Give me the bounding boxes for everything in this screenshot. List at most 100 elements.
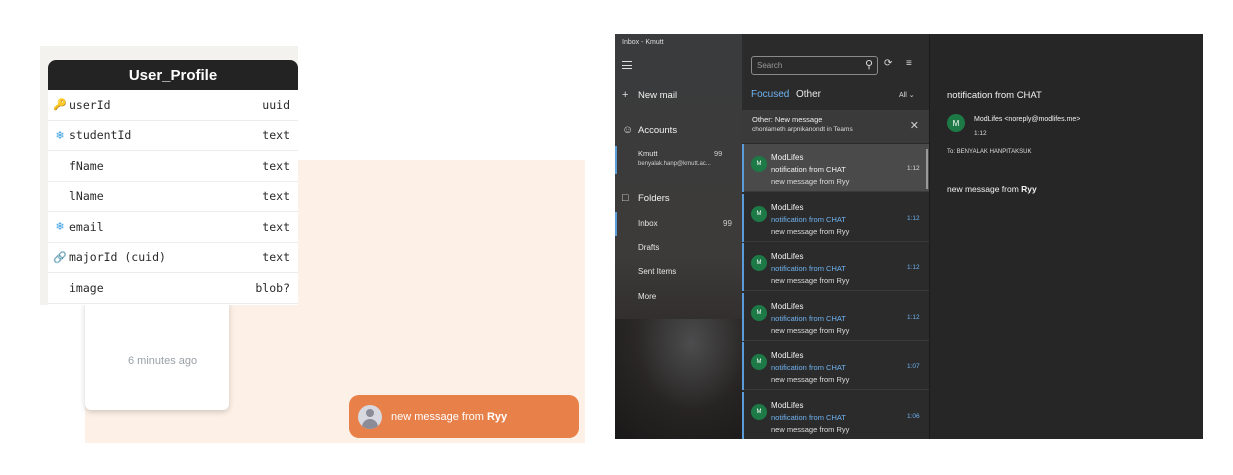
email-recipient: To: BENYALAK HANPITAKSUK xyxy=(947,149,1032,155)
message-sender: ModLifes xyxy=(771,153,804,162)
sender-avatar: M xyxy=(751,255,767,271)
message-sender: ModLifes xyxy=(771,301,804,311)
filter-dropdown[interactable]: All ⌄ xyxy=(899,91,915,99)
message-preview: new message from Ryy xyxy=(771,325,850,335)
message-subject: notification from CHAT xyxy=(771,313,846,323)
unread-indicator xyxy=(742,391,744,439)
table-row: image blob? xyxy=(48,273,298,304)
column-name: majorId (cuid) xyxy=(69,250,166,265)
message-list-item[interactable]: M ModLifes notification from CHAT new messa… xyxy=(742,144,929,192)
folder-drafts[interactable]: Drafts xyxy=(638,243,659,252)
table-row: 🔑 userId uuid xyxy=(48,90,298,121)
hamburger-menu-icon[interactable] xyxy=(622,61,632,69)
message-subject: notification from CHAT xyxy=(771,412,846,422)
message-sender: ModLifes xyxy=(771,351,804,360)
message-preview: new message from Ryy xyxy=(771,276,850,285)
sender-avatar: M xyxy=(751,304,767,321)
account-selection-bar xyxy=(615,146,617,174)
banner-title: Other: New message xyxy=(752,115,823,124)
column-type: blob? xyxy=(255,280,290,295)
tab-focused[interactable]: Focused xyxy=(751,89,789,100)
message-preview: new message from Ryy xyxy=(771,177,850,186)
folder-sent-items[interactable]: Sent Items xyxy=(638,267,676,276)
sender-avatar: M xyxy=(751,354,767,370)
table-row: ❄ email text xyxy=(48,212,298,243)
message-sender: ModLifes xyxy=(771,252,804,261)
message-time: 1:06 xyxy=(907,412,920,420)
close-icon[interactable]: ✕ xyxy=(910,119,919,132)
message-list-item[interactable]: M ModLifes notification from CHAT new messa… xyxy=(742,342,929,390)
account-email: benyalak.hanp@kmutt.ac... xyxy=(638,161,711,167)
navigation-pane: Inbox - Kmutt + New mail ☺ Accounts Kmut… xyxy=(615,34,742,439)
account-unread-count: 99 xyxy=(714,149,723,158)
message-subject: notification from CHAT xyxy=(771,264,846,273)
email-sender: ModLifes <noreply@modlifes.me> xyxy=(974,116,1081,123)
column-type: text xyxy=(262,250,290,265)
folder-inbox[interactable]: Inbox xyxy=(638,219,658,228)
search-icon[interactable]: ⚲ xyxy=(865,58,873,71)
filter-select-icon[interactable]: ≡ xyxy=(906,58,912,69)
snowflake-icon: ❄ xyxy=(55,128,65,142)
tab-other[interactable]: Other xyxy=(796,89,821,100)
message-list-item[interactable]: M ModLifes notification from CHAT new messa… xyxy=(742,292,929,341)
window-title: Inbox - Kmutt xyxy=(622,39,664,46)
table-title: User_Profile xyxy=(48,60,298,90)
table-row: lName text xyxy=(48,182,298,212)
message-preview: new message from Ryy xyxy=(771,424,850,434)
new-mail-button[interactable]: + New mail xyxy=(622,89,677,101)
folder-more[interactable]: More xyxy=(638,292,656,301)
column-name: fName xyxy=(69,158,104,173)
user-avatar-icon xyxy=(358,404,382,429)
unread-indicator xyxy=(742,243,744,291)
column-type: text xyxy=(262,219,290,234)
unread-indicator xyxy=(742,292,744,341)
accounts-header[interactable]: ☺ Accounts xyxy=(622,124,677,136)
table-row: 🔗 majorId (cuid) text xyxy=(48,243,298,273)
snowflake-icon: ❄ xyxy=(55,220,65,234)
sender-avatar: M xyxy=(751,403,767,420)
message-list-item[interactable]: M ModLifes notification from CHAT new messa… xyxy=(742,243,929,291)
search-input[interactable]: Search ⚲ xyxy=(751,56,878,75)
banner-subtitle: chonlameth arpnikanondt in Teams xyxy=(752,126,853,133)
message-list-item[interactable]: M ModLifes notification from CHAT new messa… xyxy=(742,391,929,439)
message-time: 6 minutes ago xyxy=(128,355,198,367)
sender-avatar: M xyxy=(947,114,965,132)
column-name: userId xyxy=(69,97,111,112)
column-name: lName xyxy=(69,189,104,204)
message-time: 1:12 xyxy=(907,264,920,271)
message-list-item[interactable]: M ModLifes notification from CHAT new messa… xyxy=(742,193,929,242)
email-subject: notification from CHAT xyxy=(947,90,1042,101)
reading-pane: notification from CHAT M ModLifes <norep… xyxy=(929,34,1203,439)
inbox-unread-count: 99 xyxy=(723,219,732,228)
new-message-toast[interactable]: new message from Ryy xyxy=(349,395,579,438)
column-type: text xyxy=(262,158,290,173)
message-time: 1:12 xyxy=(907,214,920,222)
folders-header[interactable]: □ Folders xyxy=(622,192,670,204)
column-name: image xyxy=(69,280,104,295)
column-type: text xyxy=(262,128,290,143)
message-sender: ModLifes xyxy=(771,400,804,410)
mountain-background xyxy=(615,319,742,439)
message-subject: notification from CHAT xyxy=(771,165,846,174)
folder-icon: □ xyxy=(622,192,629,204)
message-subject: notification from CHAT xyxy=(771,214,846,224)
db-schema-panel: User_Profile 🔑 userId uuid ❄ studentId text fN… xyxy=(40,46,298,305)
message-preview: new message from Ryy xyxy=(771,226,850,236)
message-preview: new message from Ryy xyxy=(771,375,850,384)
message-time: 1:12 xyxy=(907,313,920,321)
account-name[interactable]: Kmutt xyxy=(638,149,658,158)
column-name: email xyxy=(69,219,104,234)
sender-avatar: M xyxy=(751,156,767,172)
person-icon: ☺ xyxy=(622,124,634,136)
table-row: fName text xyxy=(48,151,298,182)
sync-icon[interactable]: ⟳ xyxy=(884,58,892,69)
column-name: studentId xyxy=(69,128,132,143)
scrollbar[interactable] xyxy=(926,149,928,189)
table-row: ❄ studentId text xyxy=(48,121,298,151)
email-time: 1:12 xyxy=(974,130,987,137)
folder-selection-bar xyxy=(615,212,617,236)
other-new-message-banner[interactable]: Other: New message chonlameth arpnikanon… xyxy=(742,110,929,143)
message-subject: notification from CHAT xyxy=(771,363,846,372)
plus-icon: + xyxy=(622,89,629,101)
message-time: 1:07 xyxy=(907,363,920,370)
